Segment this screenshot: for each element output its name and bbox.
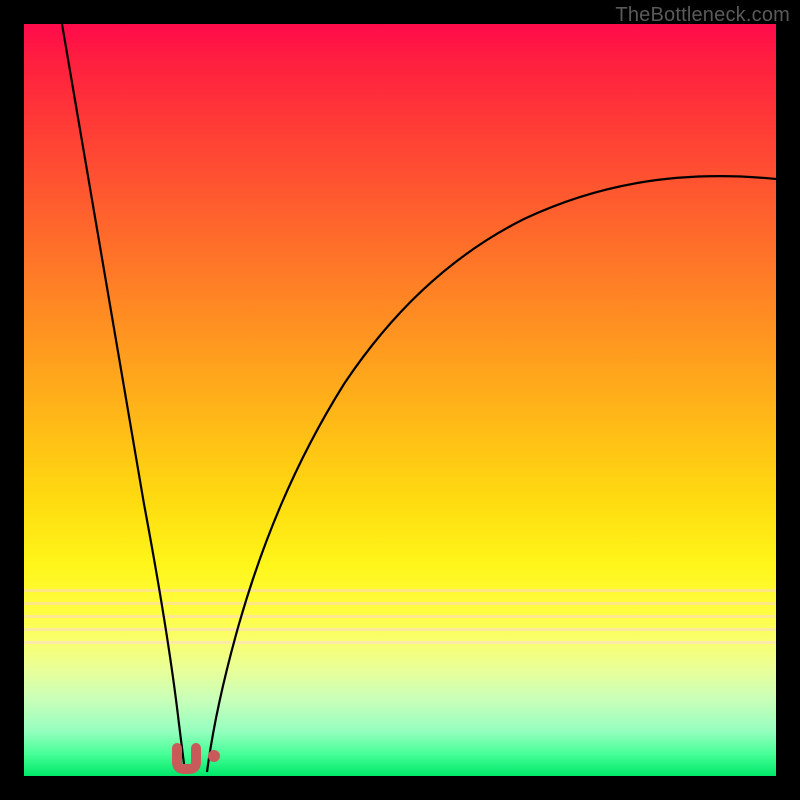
curves-svg (24, 24, 776, 776)
watermark-text: TheBottleneck.com (615, 4, 790, 27)
chart-frame: TheBottleneck.com (0, 0, 800, 800)
dot-marker (208, 750, 220, 762)
plot-area (24, 24, 776, 776)
u-shape-marker (177, 748, 196, 769)
right-curve (207, 176, 776, 772)
left-curve (62, 24, 185, 772)
